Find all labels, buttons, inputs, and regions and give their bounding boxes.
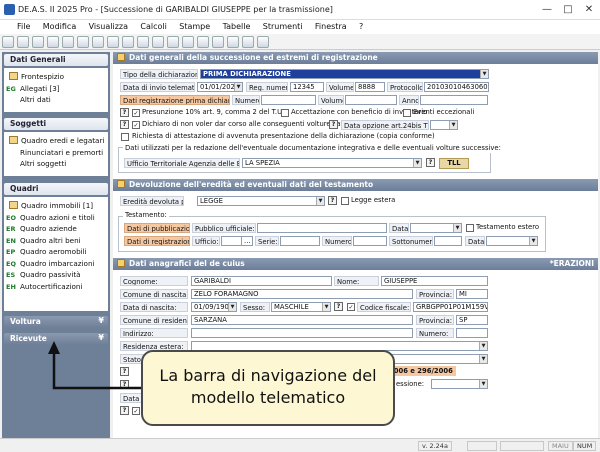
status-cell [500, 441, 544, 451]
version-label: v. 2.24a [418, 441, 452, 451]
caps-indicator: MAIU [548, 441, 573, 451]
status-cell [467, 441, 497, 451]
callout-box: La barra di navigazione del modello tele… [141, 350, 395, 426]
num-indicator: NUM [573, 441, 597, 451]
status-bar: v. 2.24a MAIU NUM [0, 438, 600, 452]
